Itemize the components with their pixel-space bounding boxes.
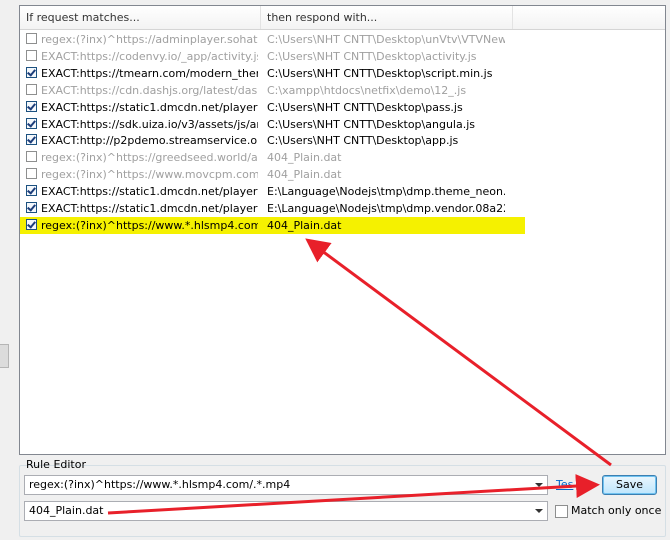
rule-row[interactable]: regex:(?inx)^https://adminplayer.sohatv.… [20,31,511,48]
rule-match-cell: EXACT:https://sdk.uiza.io/v3/assets/js/a… [41,117,258,131]
rule-row[interactable]: EXACT:https://static1.dmcdn.net/playerv.… [20,200,511,217]
left-panel-edge [0,0,10,540]
checkmark-icon [27,117,36,128]
rule-match-cell: regex:(?inx)^https://www.movcpm.com/... [41,168,258,182]
checkmark-icon [27,185,36,195]
rule-match-cell: EXACT:https://static1.dmcdn.net/playerv.… [41,202,258,215]
match-pattern-combo[interactable]: regex:(?inx)^https://www.*.hlsmp4.com/.*… [24,475,548,495]
rule-enabled-checkbox[interactable] [26,218,37,230]
response-combo[interactable]: 404_Plain.dat [24,501,548,521]
rule-respond-cell: C:\Users\NHT CNTT\Desktop\unVtv\VTVNewsP… [267,33,505,46]
rule-enabled-checkbox[interactable] [26,185,37,197]
chevron-down-icon[interactable] [535,509,543,513]
rule-match-cell: regex:(?inx)^https://adminplayer.sohatv.… [41,33,258,46]
response-value: 404_Plain.dat [29,504,104,517]
rule-editor-label: Rule Editor [26,458,86,471]
rule-respond-cell: 404_Plain.dat [267,218,342,232]
match-pattern-value: regex:(?inx)^https://www.*.hlsmp4.com/.*… [29,478,291,491]
list-header: If request matches... then respond with.… [20,6,665,30]
match-only-once-label: Match only once [571,504,662,517]
rule-enabled-checkbox[interactable] [26,83,37,95]
rule-row[interactable]: EXACT:https://cdn.dashjs.org/latest/dash… [20,82,511,99]
checkmark-icon [27,202,36,212]
rule-respond-cell: C:\Users\NHT CNTT\Desktop\angula.js [267,117,475,131]
rule-respond-cell: C:\Users\NHT CNTT\Desktop\script.min.js [267,66,493,80]
rule-enabled-checkbox[interactable] [26,134,37,146]
rule-enabled-checkbox[interactable] [26,202,37,213]
rule-row[interactable]: EXACT:https://static1.dmcdn.net/playerv.… [20,183,511,200]
rule-enabled-checkbox[interactable] [26,117,37,129]
checkmark-icon [27,134,36,145]
rule-match-cell: regex:(?inx)^https://greedseed.world/ad.… [41,151,258,165]
checkmark-icon [27,219,36,229]
rule-match-cell: EXACT:http://p2pdemo.streamservice.onli.… [41,134,258,148]
rules-list: If request matches... then respond with.… [19,5,666,455]
rule-match-cell: EXACT:https://cdn.dashjs.org/latest/dash… [41,83,258,97]
rule-row[interactable]: EXACT:https://sdk.uiza.io/v3/assets/js/a… [20,116,511,133]
rule-row[interactable]: regex:(?inx)^https://www.*.hlsmp4.com/..… [20,216,525,234]
rule-row[interactable]: EXACT:https://codenvy.io/_app/activity.j… [20,48,511,65]
rule-match-cell: EXACT:https://static1.dmcdn.net/playerv.… [41,100,258,114]
rule-enabled-checkbox[interactable] [26,168,37,180]
match-only-once-checkbox[interactable] [555,505,568,518]
rule-match-cell: EXACT:https://static1.dmcdn.net/playerv.… [41,185,258,199]
column-header-match[interactable]: If request matches... [20,6,261,29]
chevron-down-icon[interactable] [535,483,543,487]
rule-respond-cell: E:\Language\Nodejs\tmp\dmp.vendor.08a220… [267,202,505,215]
rule-enabled-checkbox[interactable] [26,100,37,112]
rule-respond-cell: C:\Users\NHT CNTT\Desktop\app.js [267,134,459,148]
rule-respond-cell: C:\xampp\htdocs\netfix\demo\12_.js [267,83,467,97]
rule-match-cell: EXACT:https://codenvy.io/_app/activity.j… [41,49,258,63]
rule-enabled-checkbox[interactable] [26,49,37,61]
checkmark-icon [27,67,36,77]
save-button[interactable]: Save [602,475,657,495]
rule-match-cell: EXACT:https://tmearn.com/modern_them... [41,66,258,80]
rule-respond-cell: E:\Language\Nodejs\tmp\dmp.theme_neon.2a… [267,185,505,199]
rule-match-cell: regex:(?inx)^https://www.*.hlsmp4.com/..… [41,218,258,232]
rule-respond-cell: C:\Users\NHT CNTT\Desktop\activity.js [267,49,477,63]
rule-enabled-checkbox[interactable] [26,151,37,163]
column-header-respond[interactable]: then respond with... [261,6,513,29]
rule-enabled-checkbox[interactable] [26,66,37,78]
rule-row[interactable]: EXACT:https://static1.dmcdn.net/playerv.… [20,99,511,116]
rule-respond-cell: 404_Plain.dat [267,151,342,165]
rule-respond-cell: C:\Users\NHT CNTT\Desktop\pass.js [267,100,463,114]
rule-respond-cell: 404_Plain.dat [267,168,342,182]
rule-row[interactable]: EXACT:http://p2pdemo.streamservice.onli.… [20,132,511,149]
splitter-handle[interactable] [0,344,9,368]
checkmark-icon [27,100,36,111]
rule-row[interactable]: regex:(?inx)^https://www.movcpm.com/... 4… [20,166,511,183]
rule-row[interactable]: EXACT:https://tmearn.com/modern_them... C… [20,65,511,82]
rule-row[interactable]: regex:(?inx)^https://greedseed.world/ad.… [20,149,511,166]
rule-enabled-checkbox[interactable] [26,33,37,44]
test-link[interactable]: Tes [556,478,573,491]
